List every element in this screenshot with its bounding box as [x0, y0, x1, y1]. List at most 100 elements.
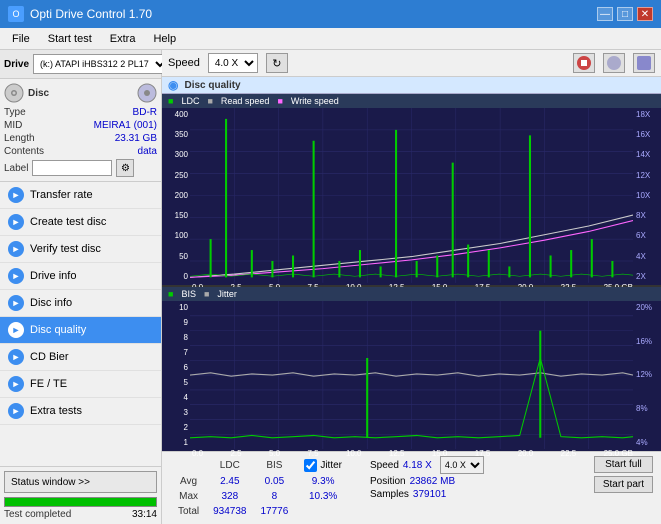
position-value: 23862 MB [410, 476, 456, 487]
stats-total-ldc: 934738 [207, 505, 252, 518]
disc-quality-icon: ► [8, 322, 24, 338]
speed-info-value: 4.18 X [403, 460, 432, 471]
sidebar-item-cd-bier[interactable]: ► CD Bier [0, 344, 161, 371]
stats-ldc-header: LDC [207, 458, 252, 473]
disc-contents-row: Contents data [4, 146, 157, 157]
drive-label: Drive [4, 59, 29, 70]
menu-help[interactable]: Help [145, 31, 184, 47]
sidebar-item-disc-quality[interactable]: ► Disc quality [0, 317, 161, 344]
disc-label-label: Label [4, 163, 28, 174]
disc-contents-label: Contents [4, 146, 44, 157]
dq-title: Disc quality [184, 80, 240, 91]
disc-type-label: Type [4, 107, 26, 118]
disc-small-icon [137, 83, 157, 103]
upper-chart-body: 400 350 300 250 200 150 100 50 0 [162, 108, 661, 283]
jitter-legend-label: Jitter [217, 289, 237, 299]
speed-refresh-btn[interactable]: ↻ [266, 53, 288, 73]
disc-label-input[interactable] [32, 160, 112, 176]
speed-select[interactable]: 4.0 X [208, 53, 258, 73]
status-btn-label: Status window >> [11, 477, 90, 488]
stats-empty-header [172, 458, 205, 473]
status-area: Status window >> Test completed 33:14 [0, 466, 161, 524]
stats-total-bis: 17776 [255, 505, 295, 518]
stats-max-ldc: 328 [207, 490, 252, 503]
stats-avg-ldc: 2.45 [207, 475, 252, 488]
transfer-rate-icon: ► [8, 187, 24, 203]
lower-chart: ■ BIS ■ Jitter 10 9 8 7 6 5 4 3 [162, 287, 661, 451]
status-text: Test completed [4, 509, 71, 520]
disc-label-row: Label ⚙ [4, 159, 157, 177]
lower-x-labels: 0.0 2.5 5.0 7.5 10.0 12.5 15.0 17.5 20.0… [162, 449, 661, 458]
upper-chart-legend: ■ LDC ■ Read speed ■ Write speed [162, 94, 661, 108]
stats-avg-jitter: 9.3% [296, 475, 348, 488]
close-button[interactable]: ✕ [637, 7, 653, 21]
sidebar-item-drive-info[interactable]: ► Drive info [0, 263, 161, 290]
speed-btn1[interactable] [573, 53, 595, 73]
app-icon: O [8, 6, 24, 22]
sidebar-item-disc-info[interactable]: ► Disc info [0, 290, 161, 317]
transfer-rate-label: Transfer rate [30, 189, 93, 201]
menu-extra[interactable]: Extra [102, 31, 144, 47]
stats-table: LDC BIS Jitter Avg 2.45 0.05 9.3% [170, 456, 350, 520]
writespeed-legend-label: Write speed [291, 96, 339, 106]
stats-max-bis: 8 [255, 490, 295, 503]
disc-info-icon: ► [8, 295, 24, 311]
lower-chart-body: 10 9 8 7 6 5 4 3 2 1 [162, 301, 661, 449]
start-part-button[interactable]: Start part [594, 476, 653, 493]
verify-test-disc-label: Verify test disc [30, 243, 101, 255]
disc-panel: Disc Type BD-R MID MEIRA1 (001) Length 2… [0, 79, 161, 182]
speed-info-select[interactable]: 4.0 X [440, 456, 484, 474]
jitter-checkbox[interactable] [304, 459, 317, 472]
speed-label: Speed [168, 57, 200, 69]
sidebar-item-create-test-disc[interactable]: ► Create test disc [0, 209, 161, 236]
stats-bis-header: BIS [255, 458, 295, 473]
lower-chart-svg [190, 301, 633, 449]
lower-y-labels-right: 20% 16% 12% 8% 4% [633, 301, 661, 449]
content-area: Speed 4.0 X ↻ ◉ Disc quality [162, 50, 661, 524]
app-title: Opti Drive Control 1.70 [30, 7, 152, 21]
drive-info-label: Drive info [30, 270, 76, 282]
speed-btn2[interactable] [603, 53, 625, 73]
stats-total-label: Total [172, 505, 205, 518]
bis-legend-dot: ■ [168, 289, 173, 299]
menu-file[interactable]: File [4, 31, 38, 47]
disc-mid-value: MEIRA1 (001) [94, 120, 157, 131]
upper-chart-svg [190, 108, 633, 283]
status-footer: Test completed 33:14 [4, 509, 157, 520]
status-time: 33:14 [132, 509, 157, 520]
disc-icon [4, 83, 24, 103]
drive-select[interactable]: (k:) ATAPI iHBS312 2 PL17 [33, 54, 169, 74]
drive-info-icon: ► [8, 268, 24, 284]
disc-length-label: Length [4, 133, 35, 144]
status-window-btn[interactable]: Status window >> [4, 471, 157, 493]
sidebar-item-transfer-rate[interactable]: ► Transfer rate [0, 182, 161, 209]
stats-max-label: Max [172, 490, 205, 503]
speed-btn3[interactable] [633, 53, 655, 73]
create-test-disc-icon: ► [8, 214, 24, 230]
disc-length-row: Length 23.31 GB [4, 133, 157, 144]
speed-info-label: Speed [370, 460, 399, 471]
disc-mid-row: MID MEIRA1 (001) [4, 120, 157, 131]
sidebar: Drive (k:) ATAPI iHBS312 2 PL17 ⏏ Disc [0, 50, 162, 524]
extra-tests-label: Extra tests [30, 405, 82, 417]
minimize-button[interactable]: — [597, 7, 613, 21]
maximize-button[interactable]: □ [617, 7, 633, 21]
disc-mid-label: MID [4, 120, 22, 131]
sidebar-item-verify-test-disc[interactable]: ► Verify test disc [0, 236, 161, 263]
drive-row: Drive (k:) ATAPI iHBS312 2 PL17 ⏏ [0, 50, 161, 79]
start-full-button[interactable]: Start full [594, 456, 653, 473]
sidebar-item-extra-tests[interactable]: ► Extra tests [0, 398, 161, 425]
lower-chart-svg-container [190, 301, 633, 449]
titlebar: O Opti Drive Control 1.70 — □ ✕ [0, 0, 661, 28]
speed-info: Speed 4.18 X 4.0 X Position 23862 MB Sam… [370, 456, 484, 500]
disc-label-btn[interactable]: ⚙ [116, 159, 134, 177]
progress-bar [4, 497, 157, 507]
disc-info-label: Disc info [30, 297, 72, 309]
disc-section-title: Disc [28, 88, 49, 99]
disc-type-row: Type BD-R [4, 107, 157, 118]
disc-length-value: 23.31 GB [115, 133, 157, 144]
bis-legend-label: BIS [181, 289, 196, 299]
sidebar-item-fe-te[interactable]: ► FE / TE [0, 371, 161, 398]
menu-start-test[interactable]: Start test [40, 31, 100, 47]
disc-quality-label: Disc quality [30, 324, 86, 336]
